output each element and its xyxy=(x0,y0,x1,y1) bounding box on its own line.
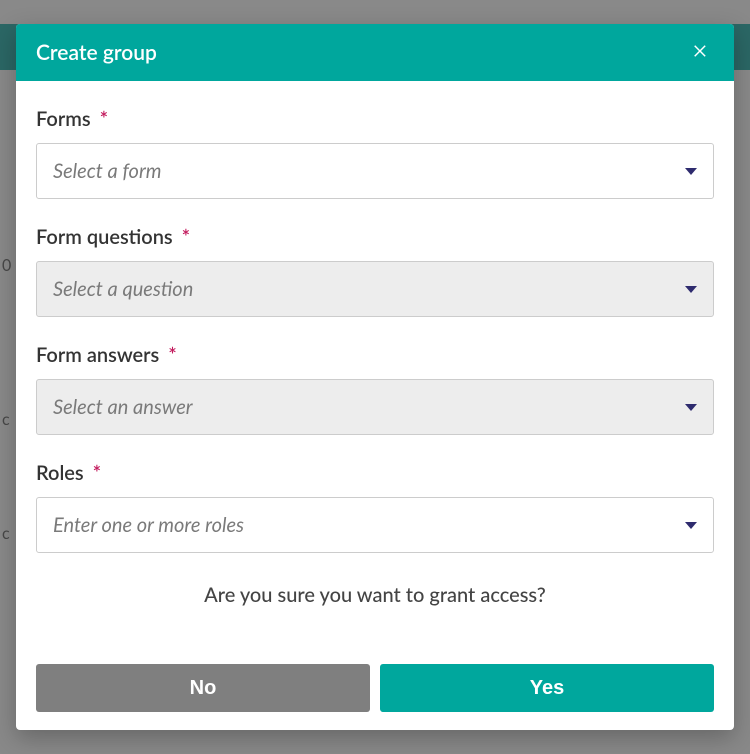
forms-select-placeholder: Select a form xyxy=(53,159,162,183)
required-mark: * xyxy=(100,107,109,131)
roles-select[interactable]: Enter one or more roles xyxy=(36,497,714,553)
confirm-prompt: Are you sure you want to grant access? xyxy=(36,583,714,607)
caret-down-icon xyxy=(685,404,697,411)
forms-field: Forms * Select a form xyxy=(36,107,714,199)
form-questions-label-text: Form questions xyxy=(36,225,173,249)
form-answers-label-text: Form answers xyxy=(36,343,159,367)
form-answers-select-placeholder: Select an answer xyxy=(53,395,193,419)
create-group-modal: Create group Forms * Select a form Form … xyxy=(16,24,734,730)
caret-down-icon xyxy=(685,168,697,175)
required-mark: * xyxy=(182,225,191,249)
button-row: No Yes xyxy=(36,664,714,712)
roles-label-text: Roles xyxy=(36,461,84,485)
close-button[interactable] xyxy=(688,38,714,67)
modal-body: Forms * Select a form Form questions * S… xyxy=(16,81,734,730)
forms-select[interactable]: Select a form xyxy=(36,143,714,199)
form-answers-select: Select an answer xyxy=(36,379,714,435)
form-questions-label: Form questions * xyxy=(36,225,714,249)
yes-button[interactable]: Yes xyxy=(380,664,714,712)
roles-select-placeholder: Enter one or more roles xyxy=(53,513,244,537)
required-mark: * xyxy=(93,461,102,485)
required-mark: * xyxy=(168,343,177,367)
forms-label: Forms * xyxy=(36,107,714,131)
form-answers-field: Form answers * Select an answer xyxy=(36,343,714,435)
roles-field: Roles * Enter one or more roles xyxy=(36,461,714,553)
modal-header: Create group xyxy=(16,24,734,81)
caret-down-icon xyxy=(685,522,697,529)
form-answers-label: Form answers * xyxy=(36,343,714,367)
forms-label-text: Forms xyxy=(36,107,91,131)
roles-label: Roles * xyxy=(36,461,714,485)
caret-down-icon xyxy=(685,286,697,293)
modal-title: Create group xyxy=(36,40,157,65)
form-questions-field: Form questions * Select a question xyxy=(36,225,714,317)
form-questions-select: Select a question xyxy=(36,261,714,317)
no-button[interactable]: No xyxy=(36,664,370,712)
form-questions-select-placeholder: Select a question xyxy=(53,277,193,301)
close-icon xyxy=(692,42,710,63)
